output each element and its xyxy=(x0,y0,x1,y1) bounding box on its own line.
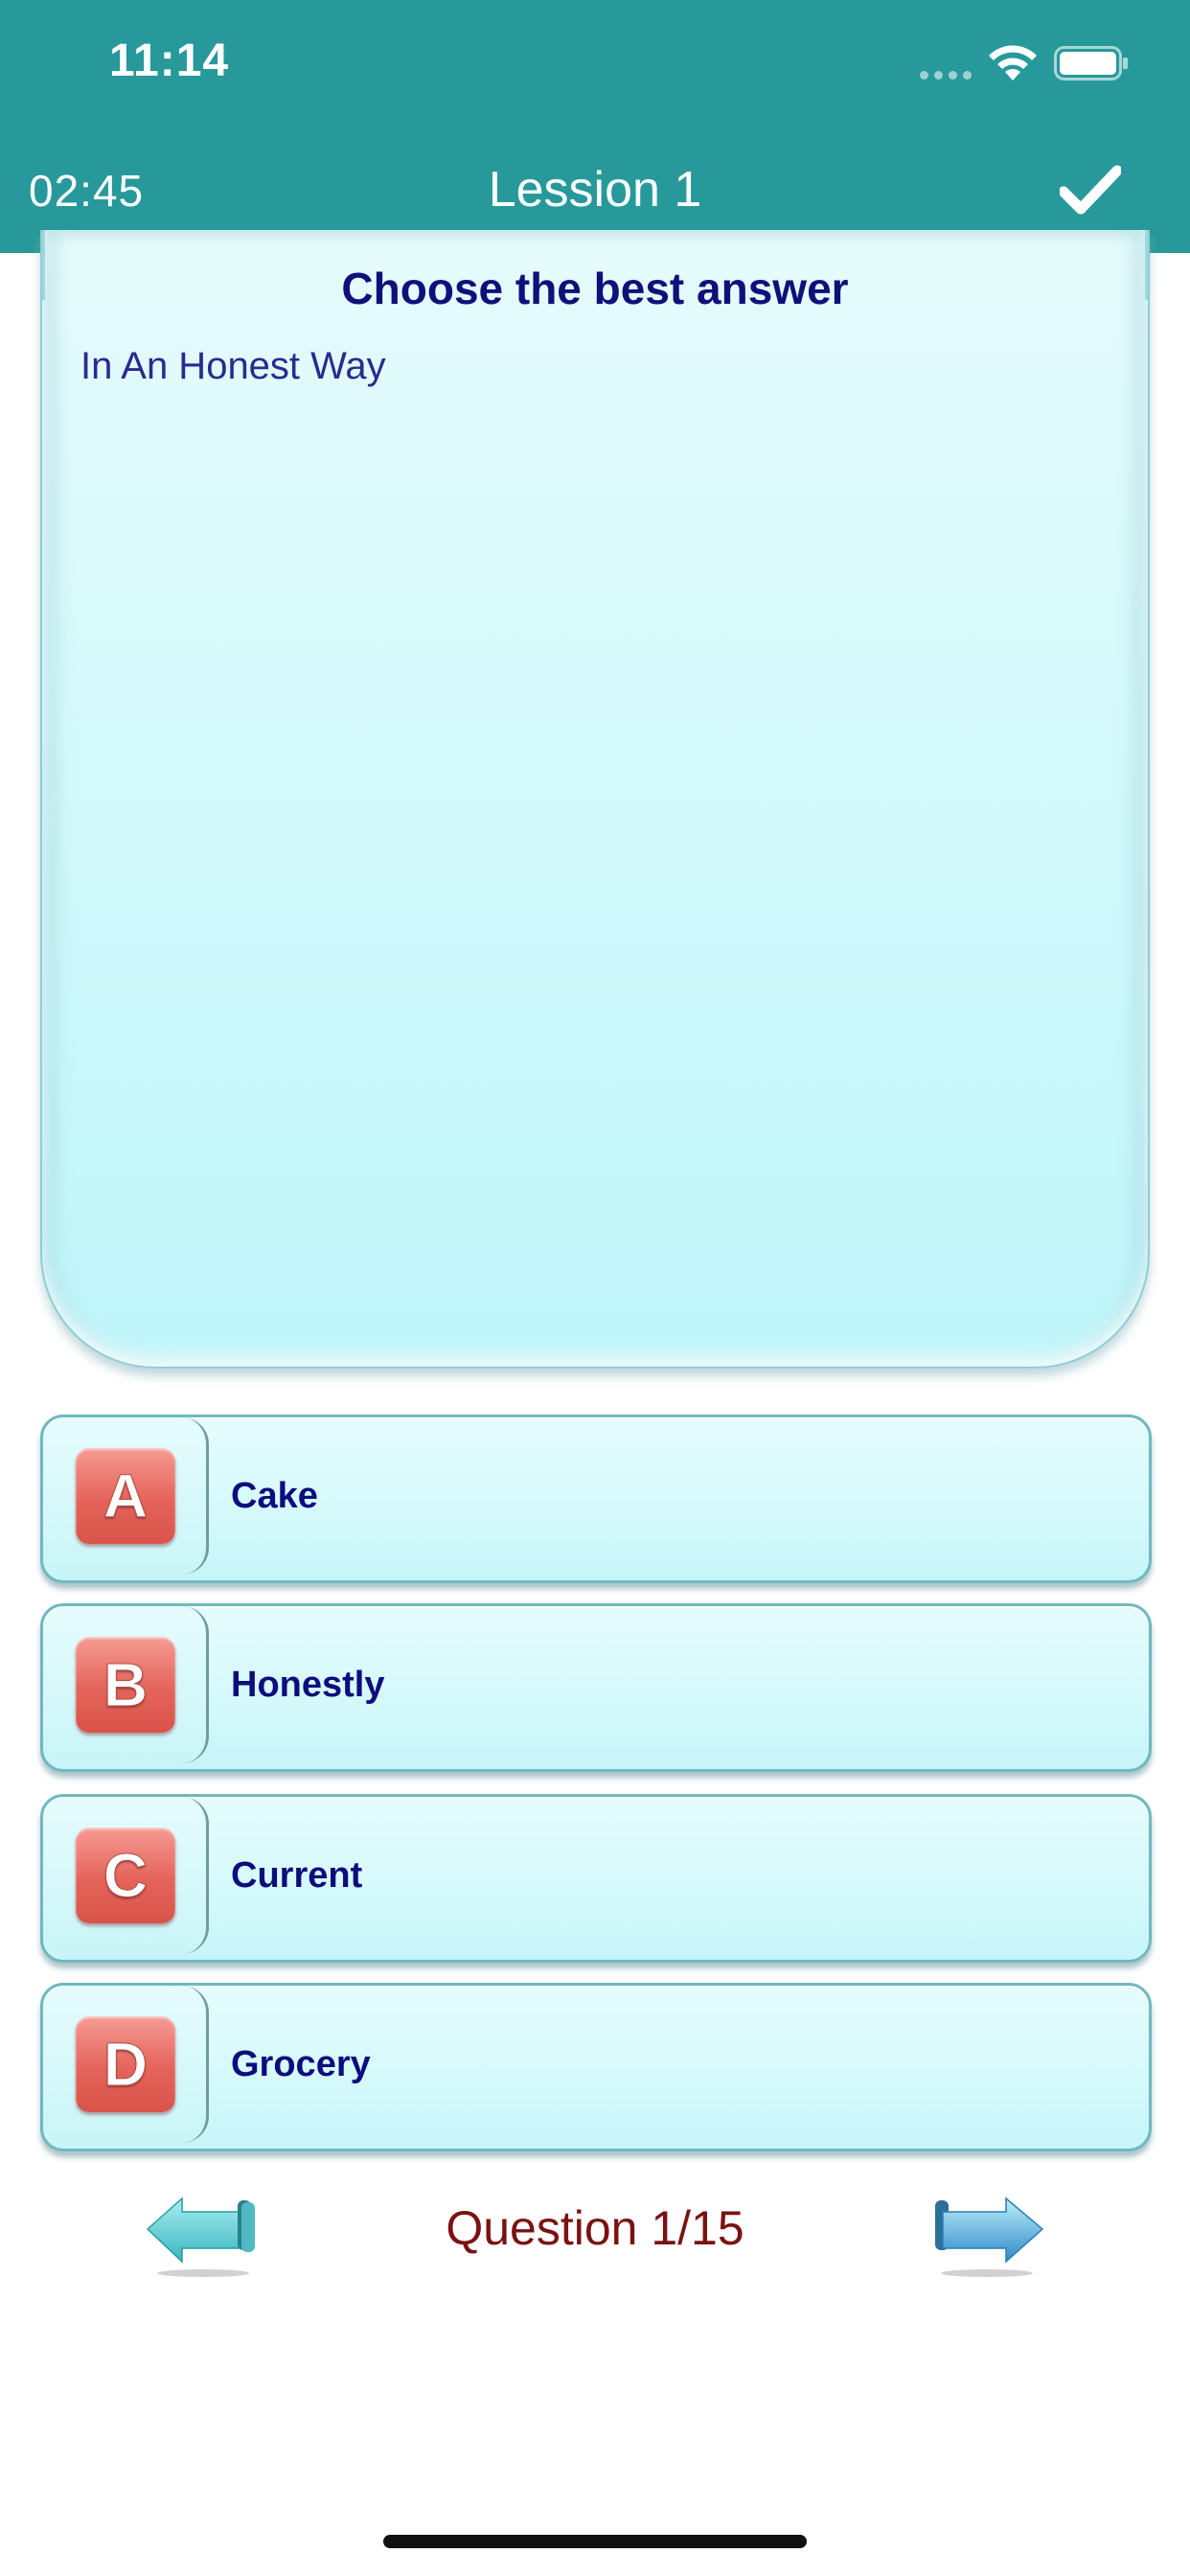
wifi-icon xyxy=(989,45,1037,80)
answer-letter-badge: B xyxy=(76,1637,175,1733)
arrow-right-icon[interactable] xyxy=(931,2185,1046,2281)
question-text: In An Honest Way xyxy=(80,345,386,387)
answer-option-c[interactable]: C Current xyxy=(40,1794,1152,1963)
battery-icon xyxy=(1054,46,1128,80)
question-card: Choose the best answer In An Honest Way xyxy=(40,230,1150,1368)
status-time: 11:14 xyxy=(109,35,230,86)
quiz-screen: 11:14 02:45 Lession 1 Choose the best an… xyxy=(0,0,1190,2576)
answer-letter-box: C xyxy=(43,1797,209,1954)
answer-label: Honestly xyxy=(231,1664,385,1705)
answer-label: Grocery xyxy=(231,2043,371,2084)
answer-letter-badge: D xyxy=(76,2016,175,2112)
answer-option-a[interactable]: A Cake xyxy=(40,1414,1152,1583)
answer-letter-badge: A xyxy=(76,1448,175,1544)
cellular-signal-icon xyxy=(920,71,972,80)
answer-label: Current xyxy=(231,1854,363,1896)
home-indicator xyxy=(383,2535,807,2548)
question-heading: Choose the best answer xyxy=(341,264,849,313)
page-title: Lession 1 xyxy=(488,162,702,218)
checkmark-icon[interactable] xyxy=(1060,165,1121,217)
answer-letter-badge: C xyxy=(76,1828,175,1923)
answer-option-b[interactable]: B Honestly xyxy=(40,1603,1152,1772)
answer-letter-box: A xyxy=(43,1417,209,1575)
answer-label: Cake xyxy=(231,1475,318,1516)
header-bar: 11:14 02:45 Lession 1 xyxy=(0,0,1190,253)
answer-letter-box: B xyxy=(43,1606,209,1763)
answer-letter-box: D xyxy=(43,1986,209,2143)
answer-option-d[interactable]: D Grocery xyxy=(40,1983,1152,2151)
